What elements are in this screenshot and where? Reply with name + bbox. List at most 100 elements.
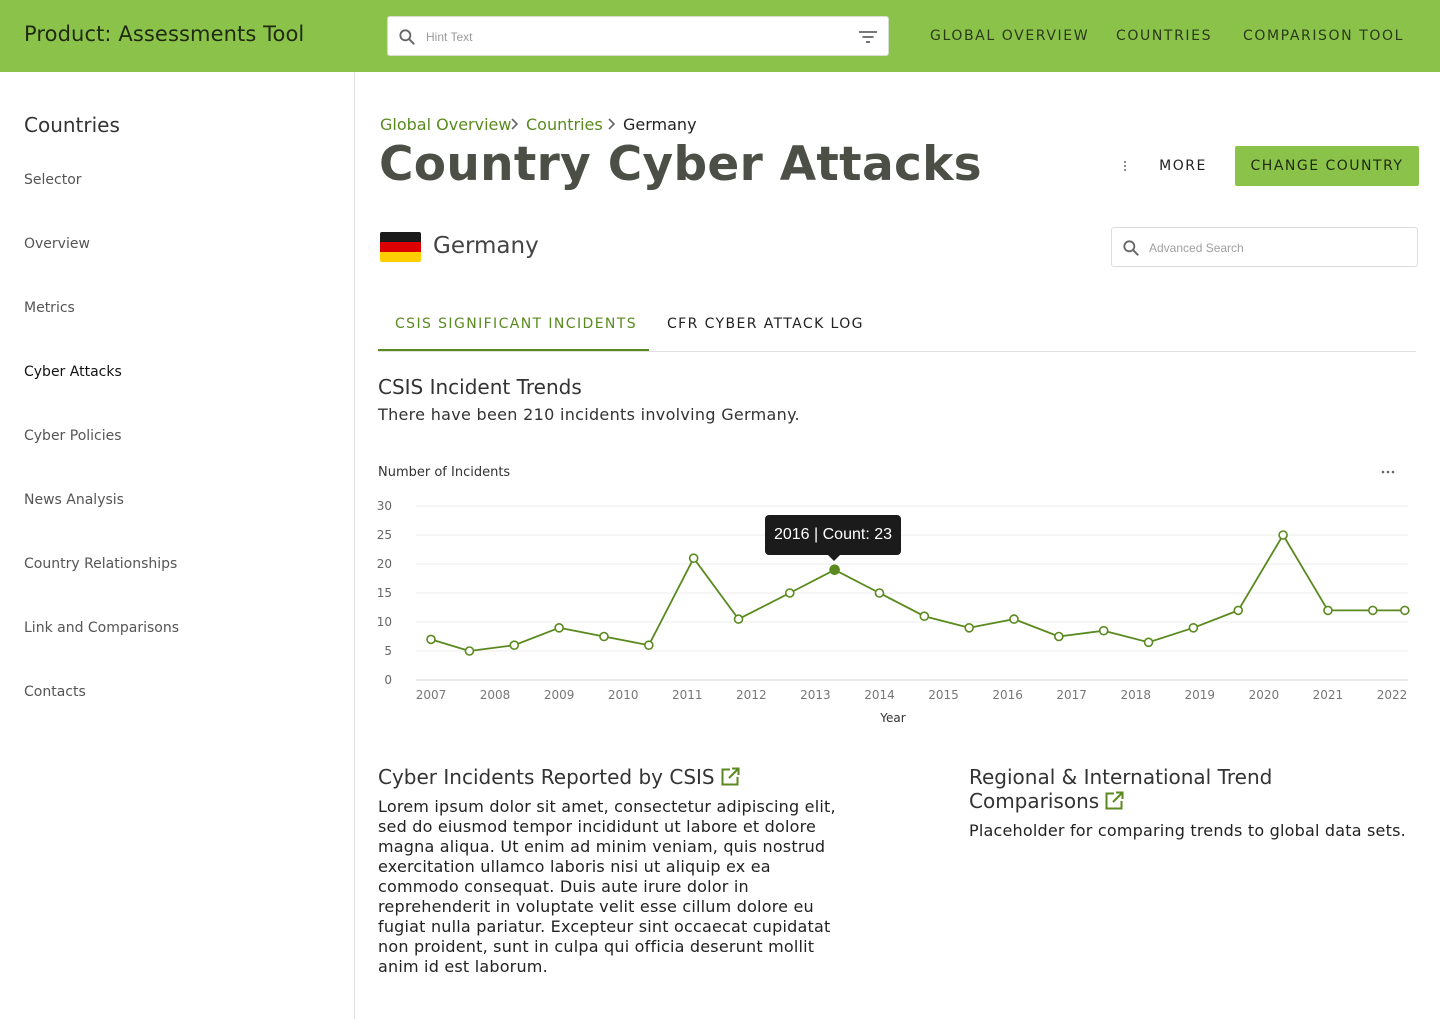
nav-comparison-tool[interactable]: COMPARISON TOOL <box>1243 28 1404 44</box>
x-tick-label: 2012 <box>736 688 767 702</box>
y-tick-label: 0 <box>384 673 392 687</box>
sidebar-item-overview[interactable]: Overview <box>24 236 90 252</box>
breadcrumb-countries[interactable]: Countries <box>526 115 603 134</box>
x-tick-label: 2021 <box>1313 688 1344 702</box>
breadcrumb-global-overview[interactable]: Global Overview <box>380 115 511 134</box>
x-tick-label: 2011 <box>672 688 703 702</box>
tabs-divider <box>378 351 1416 352</box>
sidebar-item-link-and-comparisons[interactable]: Link and Comparisons <box>24 620 179 636</box>
data-point[interactable] <box>509 640 520 651</box>
nav-countries[interactable]: COUNTRIES <box>1116 28 1212 44</box>
data-point[interactable] <box>426 634 436 645</box>
data-point[interactable] <box>733 614 744 624</box>
y-tick-label: 10 <box>377 615 392 629</box>
sidebar-item-cyber-policies[interactable]: Cyber Policies <box>24 428 122 444</box>
x-tick-label: 2009 <box>544 688 575 702</box>
x-tick-label: 2018 <box>1120 688 1151 702</box>
advanced-search[interactable] <box>1111 227 1418 267</box>
country-name: Germany <box>433 233 539 259</box>
data-point[interactable] <box>1188 622 1199 633</box>
trends-title: CSIS Incident Trends <box>378 375 582 399</box>
trends-description: There have been 210 incidents involving … <box>378 405 800 424</box>
more-button[interactable]: MORE <box>1150 146 1216 186</box>
data-point[interactable] <box>554 622 564 633</box>
y-tick-label: 30 <box>377 499 392 513</box>
regional-section-heading: Regional & International Trend Compariso… <box>969 765 1309 813</box>
x-tick-label: 2008 <box>480 688 511 702</box>
x-tick-label: 2013 <box>800 688 831 702</box>
app-title: Product: Assessments Tool <box>24 22 305 46</box>
chevron-right-icon <box>511 118 519 130</box>
data-point[interactable] <box>1143 637 1154 648</box>
data-point[interactable] <box>1098 625 1109 636</box>
filter-icon[interactable] <box>858 28 878 46</box>
tab-csis-significant-incidents[interactable]: CSIS SIGNIFICANT INCIDENTS <box>395 316 637 332</box>
chevron-right-icon <box>608 118 616 130</box>
active-tab-indicator <box>378 349 649 351</box>
y-tick-label: 15 <box>377 586 392 600</box>
data-point[interactable] <box>599 631 609 642</box>
change-country-button[interactable]: CHANGE COUNTRY <box>1235 146 1419 186</box>
data-point[interactable] <box>1400 605 1410 616</box>
y-tick-label: 25 <box>377 528 392 542</box>
csis-section-title: Cyber Incidents Reported by CSIS <box>378 765 715 789</box>
sidebar-item-metrics[interactable]: Metrics <box>24 300 75 316</box>
open-in-new-icon[interactable] <box>721 767 740 786</box>
x-tick-label: 2010 <box>608 688 639 702</box>
sidebar: Countries Selector Overview Metrics Cybe… <box>0 72 355 1019</box>
tab-cfr-cyber-attack-log[interactable]: CFR CYBER ATTACK LOG <box>667 316 864 332</box>
sidebar-item-selector[interactable]: Selector <box>24 172 82 188</box>
data-point[interactable] <box>874 588 885 598</box>
x-tick-label: 2019 <box>1185 688 1216 702</box>
data-point[interactable] <box>1009 614 1019 624</box>
data-point[interactable] <box>1054 631 1064 642</box>
chart-tooltip: 2016 | Count: 23 <box>765 515 901 561</box>
data-point[interactable] <box>688 553 699 564</box>
nav-global-overview[interactable]: GLOBAL OVERVIEW <box>930 28 1089 44</box>
csis-section-body: Lorem ipsum dolor sit amet, consectetur … <box>378 797 836 976</box>
data-point[interactable] <box>1233 605 1244 616</box>
sidebar-title: Countries <box>24 113 120 137</box>
search-icon <box>1123 240 1139 256</box>
data-point[interactable] <box>784 588 795 598</box>
data-point[interactable] <box>1278 530 1288 540</box>
data-point[interactable] <box>1367 605 1378 616</box>
y-tick-label: 20 <box>377 557 392 571</box>
sidebar-item-contacts[interactable]: Contacts <box>24 684 86 700</box>
csis-section-heading: Cyber Incidents Reported by CSIS <box>378 765 740 789</box>
sidebar-item-cyber-attacks[interactable]: Cyber Attacks <box>24 364 122 380</box>
flag-stripe <box>380 252 421 262</box>
breadcrumb-current: Germany <box>623 115 697 134</box>
page-title: Country Cyber Attacks <box>379 137 982 192</box>
x-tick-label: 2007 <box>416 688 447 702</box>
x-axis-title: Year <box>879 711 905 725</box>
sidebar-item-news-analysis[interactable]: News Analysis <box>24 492 124 508</box>
advanced-search-input[interactable] <box>1149 236 1404 260</box>
x-tick-label: 2015 <box>928 688 959 702</box>
data-point[interactable] <box>644 640 654 651</box>
data-point[interactable] <box>464 646 475 656</box>
data-point[interactable] <box>1323 605 1333 616</box>
chart-y-axis-title: Number of Incidents <box>378 465 511 480</box>
x-tick-label: 2014 <box>864 688 895 702</box>
data-point[interactable] <box>919 611 930 622</box>
series-line <box>430 534 1408 652</box>
search-icon <box>399 29 415 45</box>
global-search[interactable] <box>387 16 889 56</box>
x-tick-label: 2017 <box>1056 688 1087 702</box>
open-in-new-icon[interactable] <box>1105 791 1125 810</box>
flag-stripe <box>380 242 421 252</box>
flag-stripe <box>380 232 421 242</box>
x-tick-label: 2016 <box>992 688 1023 702</box>
x-tick-label: 2022 <box>1377 688 1408 702</box>
x-tick-label: 2020 <box>1249 688 1280 702</box>
data-point[interactable] <box>964 622 974 633</box>
country-flag <box>380 232 421 262</box>
sidebar-item-country-relationships[interactable]: Country Relationships <box>24 556 177 572</box>
regional-section-body: Placeholder for comparing trends to glob… <box>969 821 1406 840</box>
top-app-bar: Product: Assessments Tool GLOBAL OVERVIE… <box>0 0 1440 72</box>
more-vert-icon[interactable] <box>1118 156 1132 176</box>
more-horiz-icon[interactable] <box>1379 462 1397 482</box>
global-search-input[interactable] <box>426 25 846 49</box>
data-point-highlighted[interactable] <box>829 564 840 576</box>
